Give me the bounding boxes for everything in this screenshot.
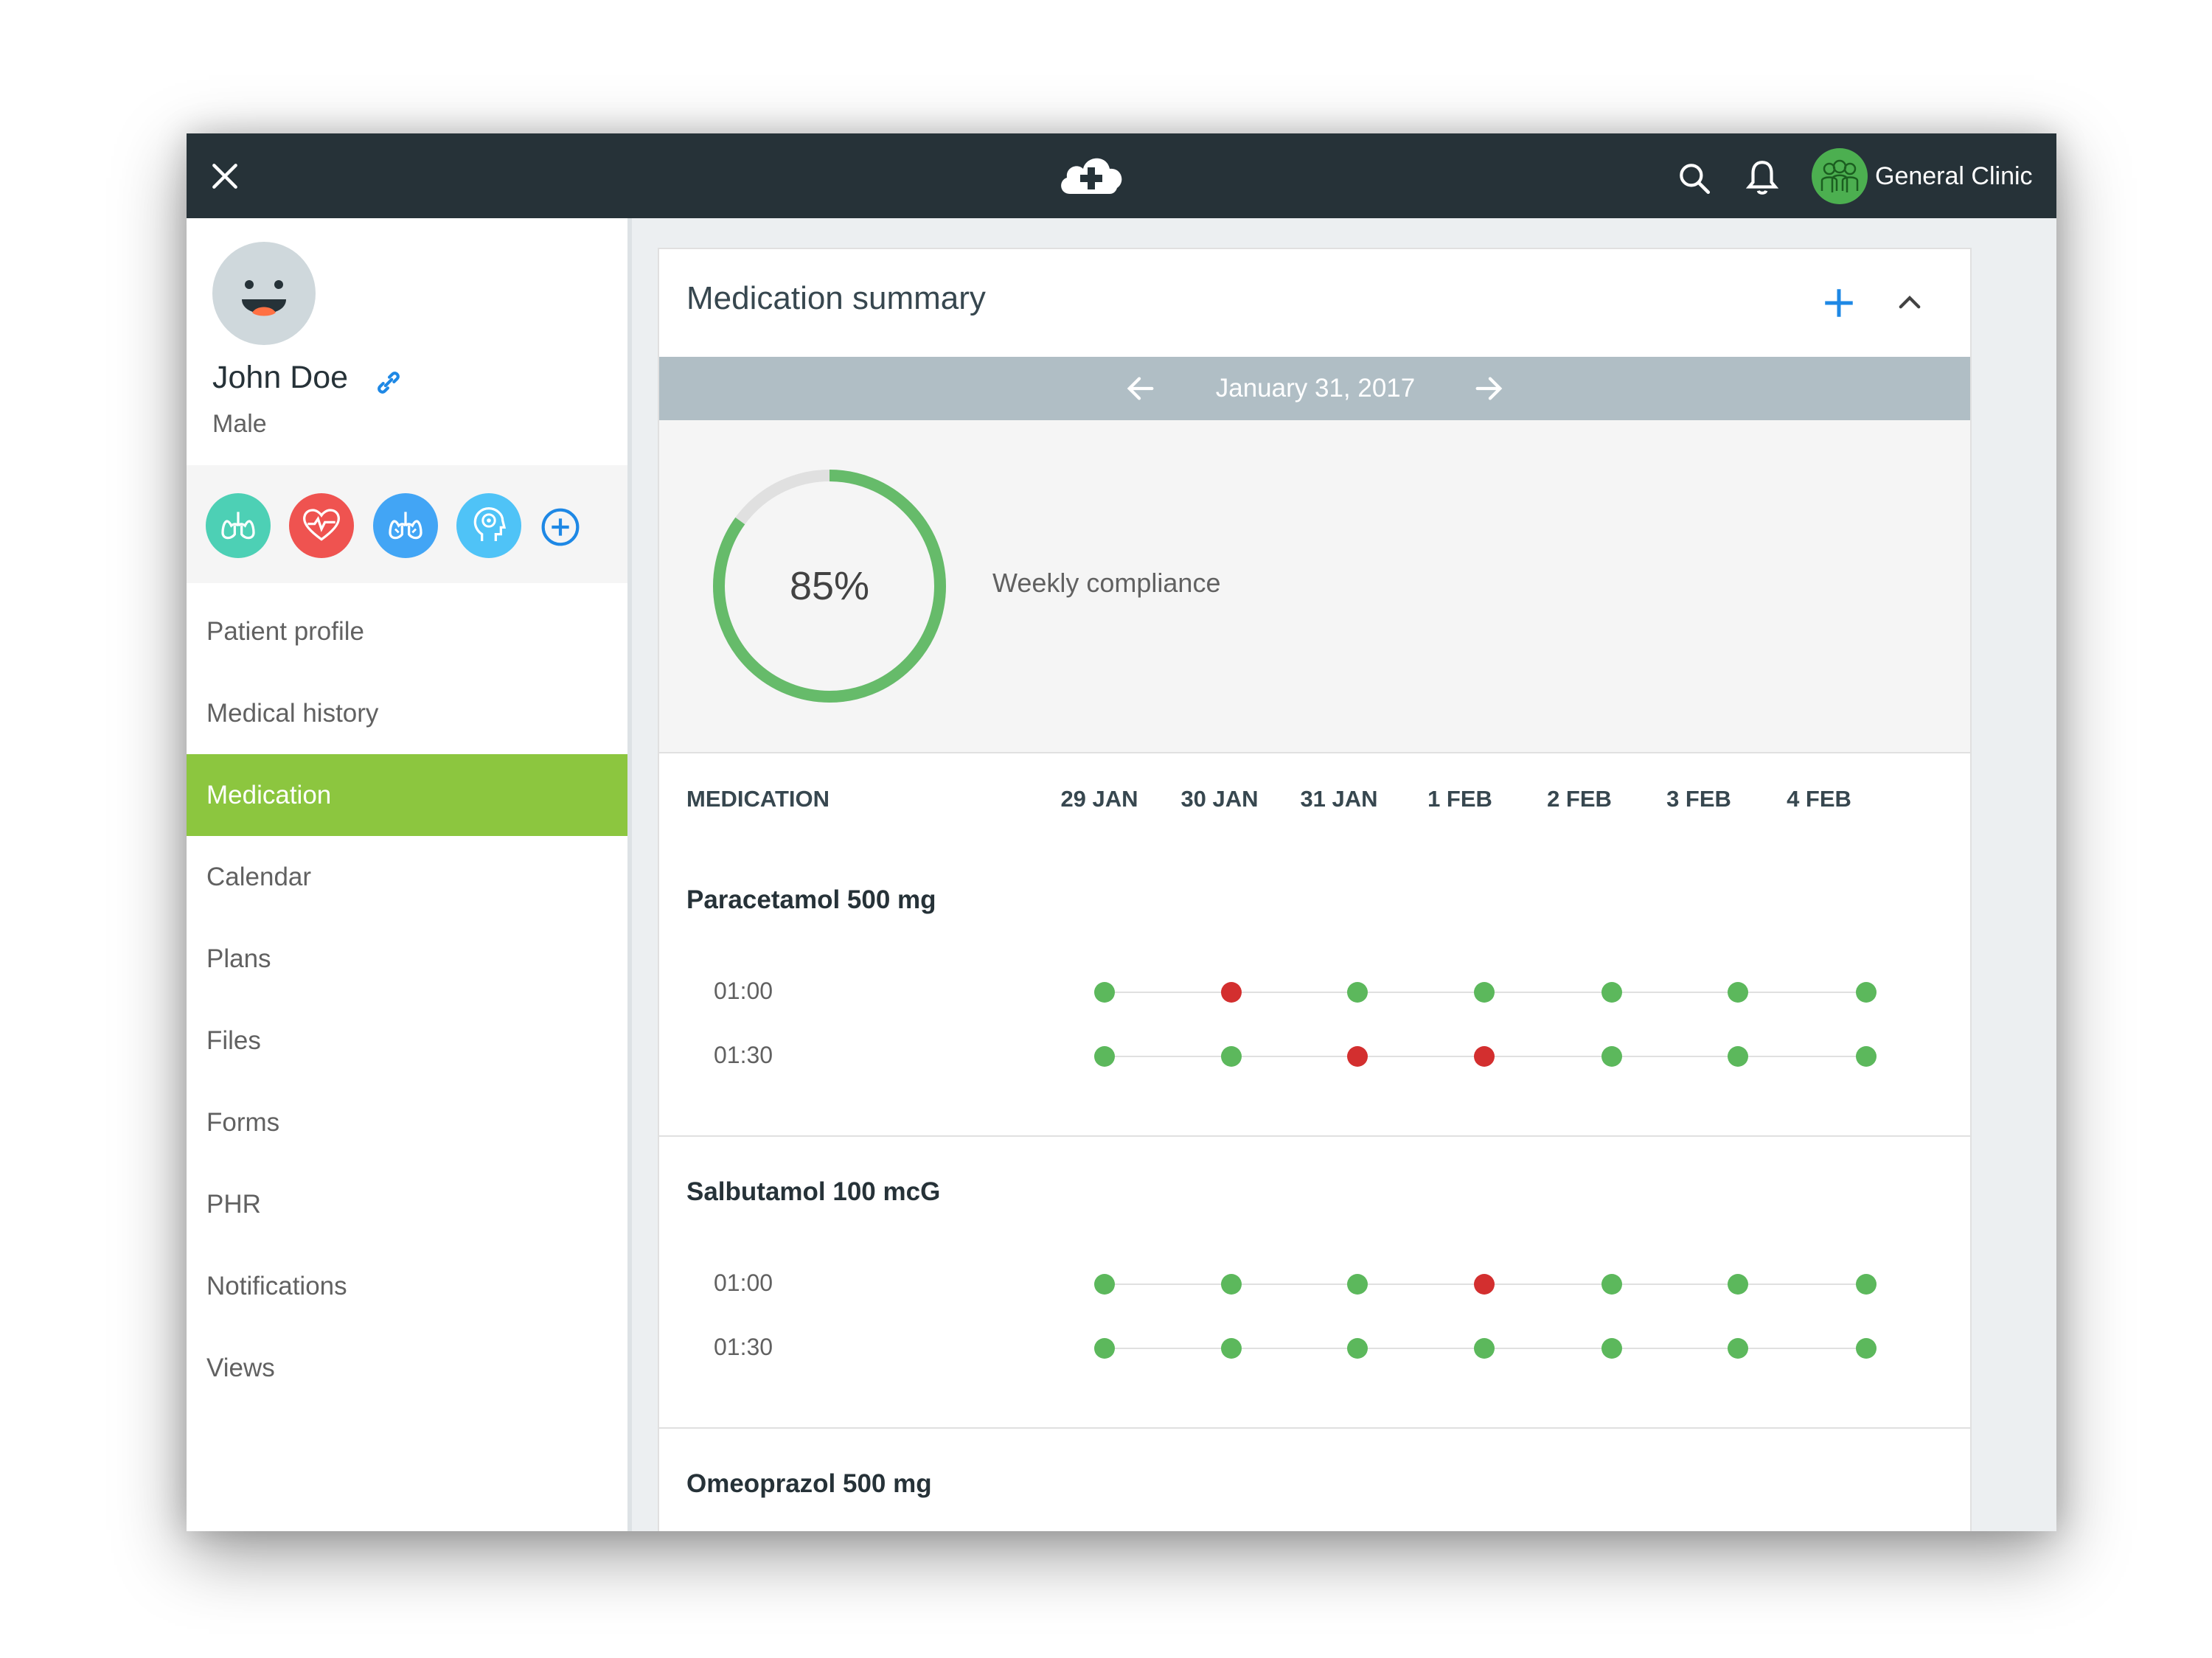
smiley-face-icon [212, 242, 316, 345]
dose-missed-dot[interactable] [1474, 1046, 1495, 1067]
dose-missed-dot[interactable] [1347, 1046, 1368, 1067]
sidebar-item-files[interactable]: Files [187, 1000, 627, 1081]
dose-taken-dot[interactable] [1728, 1338, 1748, 1359]
dose-taken-dot[interactable] [1601, 1338, 1622, 1359]
bell-icon[interactable] [1744, 157, 1781, 198]
medication-name: Salbutamol 100 mcG [686, 1177, 941, 1206]
lungs-icon[interactable] [206, 493, 271, 558]
dose-taken-dot[interactable] [1728, 982, 1748, 1003]
day-column-header: 30 JAN [1180, 786, 1259, 812]
dose-time: 01:00 [714, 978, 773, 1004]
heart-pulse-icon[interactable] [289, 493, 354, 558]
search-icon[interactable] [1676, 160, 1713, 197]
arrow-left-icon[interactable] [1124, 372, 1158, 405]
clinic-name: General Clinic [1875, 161, 2033, 190]
add-icon[interactable] [1820, 285, 1857, 321]
sidebar-item-medical-history[interactable]: Medical history [187, 672, 627, 754]
day-column-header: 4 FEB [1787, 786, 1851, 812]
dose-row: 01:00 [659, 1262, 1970, 1306]
medication-column-header: MEDICATION [686, 786, 830, 812]
dose-row: 01:30 [659, 1034, 1970, 1079]
chevron-up-icon[interactable] [1894, 288, 1925, 318]
dose-taken-dot[interactable] [1856, 1338, 1877, 1359]
dose-taken-dot[interactable] [1601, 1046, 1622, 1067]
day-column-header: 31 JAN [1300, 786, 1378, 812]
dose-taken-dot[interactable] [1094, 1338, 1115, 1359]
dose-taken-dot[interactable] [1474, 982, 1495, 1003]
dose-taken-dot[interactable] [1856, 982, 1877, 1003]
dose-time: 01:30 [714, 1042, 773, 1068]
sidebar-nav: Patient profile Medical history Medicati… [187, 591, 627, 1409]
medication-block: Paracetamol 500 mg 01:00 01:30 [659, 845, 1970, 1137]
dose-taken-dot[interactable] [1728, 1046, 1748, 1067]
sidebar-item-patient-profile[interactable]: Patient profile [187, 591, 627, 672]
dose-taken-dot[interactable] [1856, 1046, 1877, 1067]
card-header: Medication summary [659, 249, 1970, 357]
dose-taken-dot[interactable] [1221, 1274, 1242, 1295]
sidebar-item-forms[interactable]: Forms [187, 1081, 627, 1163]
dose-taken-dot[interactable] [1221, 1338, 1242, 1359]
compliance-value: 85% [789, 564, 870, 608]
patient-card: John Doe Male [187, 218, 627, 465]
head-brain-icon[interactable] [456, 493, 521, 558]
day-column-header: 2 FEB [1547, 786, 1612, 812]
arrow-right-icon[interactable] [1472, 372, 1506, 405]
group-people-icon [1812, 148, 1868, 204]
sidebar-item-plans[interactable]: Plans [187, 918, 627, 1000]
medication-summary-card: Medication summary January 31, 2017 85% … [658, 248, 1972, 1531]
dose-taken-dot[interactable] [1347, 1338, 1368, 1359]
lungs-icon[interactable] [373, 493, 438, 558]
medication-name: Omeoprazol 500 mg [686, 1469, 932, 1498]
dose-taken-dot[interactable] [1094, 1274, 1115, 1295]
compliance-panel: 85% Weekly compliance [659, 420, 1970, 753]
cloud-medical-cross-icon [1061, 158, 1122, 194]
table-header: MEDICATION 29 JAN 30 JAN 31 JAN 1 FEB 2 … [659, 753, 1970, 851]
dose-time: 01:00 [714, 1269, 773, 1296]
compliance-label: Weekly compliance [992, 568, 1221, 598]
top-bar: General Clinic [187, 133, 2056, 218]
dose-taken-dot[interactable] [1474, 1338, 1495, 1359]
patient-name: John Doe [212, 360, 349, 395]
dose-taken-dot[interactable] [1094, 1046, 1115, 1067]
medication-block: Omeoprazol 500 mg [659, 1429, 1970, 1531]
dose-taken-dot[interactable] [1601, 1274, 1622, 1295]
sidebar-item-calendar[interactable]: Calendar [187, 836, 627, 918]
app-window: General Clinic John Doe Male Patient pro… [187, 133, 2056, 1531]
day-column-header: 1 FEB [1427, 786, 1492, 812]
dose-taken-dot[interactable] [1347, 1274, 1368, 1295]
sidebar: John Doe Male Patient profile Medical hi… [187, 218, 632, 1531]
condition-icons [187, 465, 627, 583]
dose-taken-dot[interactable] [1347, 982, 1368, 1003]
card-title: Medication summary [686, 280, 986, 316]
day-column-header: 3 FEB [1666, 786, 1731, 812]
sidebar-item-notifications[interactable]: Notifications [187, 1245, 627, 1327]
close-icon[interactable] [209, 160, 241, 192]
sidebar-item-views[interactable]: Views [187, 1327, 627, 1409]
dose-taken-dot[interactable] [1094, 982, 1115, 1003]
dose-row: 01:00 [659, 970, 1970, 1014]
dose-time: 01:30 [714, 1334, 773, 1360]
patient-sex: Male [212, 410, 267, 438]
dose-missed-dot[interactable] [1474, 1274, 1495, 1295]
dose-missed-dot[interactable] [1221, 982, 1242, 1003]
sidebar-item-phr[interactable]: PHR [187, 1163, 627, 1245]
medication-name: Paracetamol 500 mg [686, 885, 936, 914]
current-date: January 31, 2017 [1215, 374, 1416, 403]
dose-taken-dot[interactable] [1856, 1274, 1877, 1295]
sidebar-item-medication[interactable]: Medication [187, 754, 627, 836]
link-icon[interactable] [370, 364, 407, 401]
add-condition-icon[interactable] [540, 506, 581, 548]
dose-taken-dot[interactable] [1601, 982, 1622, 1003]
dose-taken-dot[interactable] [1221, 1046, 1242, 1067]
medication-block: Salbutamol 100 mcG 01:00 01:30 [659, 1137, 1970, 1429]
dose-taken-dot[interactable] [1728, 1274, 1748, 1295]
date-navigator: January 31, 2017 [659, 357, 1970, 420]
day-column-header: 29 JAN [1060, 786, 1138, 812]
clinic-switcher[interactable]: General Clinic [1812, 148, 2033, 204]
dose-row: 01:30 [659, 1326, 1970, 1370]
main-content: Medication summary January 31, 2017 85% … [632, 218, 2056, 1531]
